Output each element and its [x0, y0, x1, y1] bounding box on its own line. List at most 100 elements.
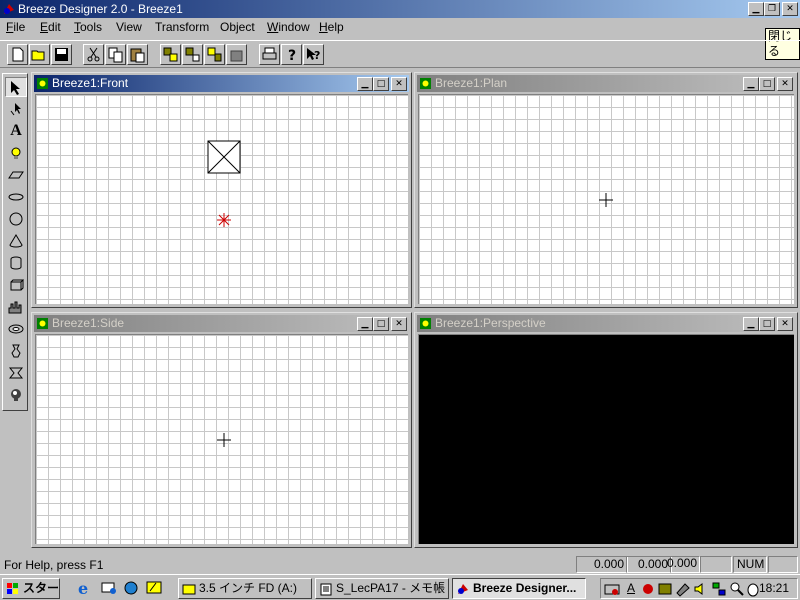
viewport-perspective: Breeze1:Perspective ▁ □ ✕: [414, 312, 798, 548]
height-field-tool[interactable]: [5, 297, 27, 317]
print-icon: [262, 47, 277, 60]
menu-window[interactable]: Window: [267, 18, 310, 37]
plan-canvas[interactable]: [418, 94, 794, 304]
menu-file[interactable]: File: [6, 18, 25, 37]
start-button[interactable]: スタート: [2, 578, 60, 599]
viewport-side: Breeze1:Side ▁ □ ✕: [31, 312, 412, 548]
viewport-front-titlebar[interactable]: Breeze1:Front ▁ □ ✕: [34, 75, 409, 92]
maximize-button[interactable]: □: [373, 317, 389, 331]
disc-tool[interactable]: [5, 187, 27, 207]
viewport-side-titlebar[interactable]: Breeze1:Side ▁ □ ✕: [34, 315, 409, 332]
ungroup-button[interactable]: [182, 44, 203, 65]
internet-explorer-icon[interactable]: e: [76, 579, 94, 597]
height-field-icon: [8, 301, 22, 314]
help-button[interactable]: ?: [281, 44, 302, 65]
close-button[interactable]: ✕: [391, 317, 407, 331]
move-tool[interactable]: [5, 99, 27, 119]
box-tool[interactable]: [5, 275, 27, 295]
app-title-bar[interactable]: Breeze Designer 2.0 - Breeze1 ▁ ❐ ✕: [0, 0, 800, 18]
status-scroll-indicator: [768, 556, 798, 573]
box-icon: [10, 279, 25, 291]
keyboard-icon[interactable]: [604, 581, 620, 597]
menu-view[interactable]: View: [116, 18, 142, 37]
menu-transform[interactable]: Transform: [155, 18, 209, 37]
channel-icon[interactable]: [122, 579, 140, 597]
viewport-plan-title: Breeze1:Plan: [435, 76, 508, 90]
network-icon[interactable]: [711, 581, 727, 597]
viewport-icon: [420, 318, 431, 329]
light-icon: [11, 147, 21, 159]
object-tool-panel: A: [2, 73, 28, 411]
link-button[interactable]: [204, 44, 225, 65]
task-notepad[interactable]: S_LecPA17 - メモ帳: [315, 578, 449, 599]
status-z-coordinate: 0.000: [666, 556, 697, 570]
minimize-button[interactable]: ▁: [743, 77, 759, 91]
close-button[interactable]: ✕: [777, 77, 793, 91]
cylinder-icon: [10, 256, 22, 270]
viewport-perspective-titlebar[interactable]: Breeze1:Perspective ▁ □ ✕: [417, 315, 795, 332]
group-button[interactable]: [160, 44, 181, 65]
menu-edit[interactable]: Edit: [40, 18, 61, 37]
ime-tool-icon[interactable]: [675, 581, 691, 597]
outlook-express-icon[interactable]: [100, 579, 118, 597]
cone-tool[interactable]: [5, 231, 27, 251]
sphere-tool[interactable]: [5, 209, 27, 229]
side-canvas[interactable]: [35, 334, 408, 544]
minimize-button[interactable]: ▁: [743, 317, 759, 331]
menu-help[interactable]: Help: [319, 18, 344, 37]
extrude-tool[interactable]: [5, 363, 27, 383]
minimize-button[interactable]: ▁: [357, 77, 373, 91]
light-source-object[interactable]: [217, 213, 231, 227]
minimize-button[interactable]: ▁: [748, 2, 764, 16]
cylinder-tool[interactable]: [5, 253, 27, 273]
delete-button[interactable]: [226, 44, 247, 65]
ime-mode-indicator[interactable]: A: [627, 581, 635, 595]
minimize-button[interactable]: ▁: [357, 317, 373, 331]
move-icon: [10, 103, 21, 116]
text-tool[interactable]: A: [5, 121, 27, 141]
new-button[interactable]: [7, 44, 28, 65]
clock[interactable]: 18:21: [759, 581, 789, 595]
cone-icon: [9, 234, 23, 248]
show-desktop-icon[interactable]: [145, 579, 163, 597]
camera-object[interactable]: [207, 140, 241, 174]
task-breeze[interactable]: Breeze Designer...: [452, 578, 586, 599]
maximize-button[interactable]: □: [759, 317, 775, 331]
menu-object[interactable]: Object: [220, 18, 255, 37]
close-button[interactable]: ✕: [782, 2, 798, 16]
close-button[interactable]: ✕: [777, 317, 793, 331]
menu-tools[interactable]: Tools: [74, 18, 102, 37]
blob-tool[interactable]: [5, 385, 27, 405]
open-button[interactable]: [29, 44, 50, 65]
volume-icon[interactable]: [693, 581, 709, 597]
ime-dictionary-icon[interactable]: [657, 581, 673, 597]
context-help-button[interactable]: ?: [303, 44, 324, 65]
folder-icon: [182, 584, 196, 595]
plane-tool[interactable]: [5, 165, 27, 185]
search-icon[interactable]: [729, 581, 745, 597]
restore-button[interactable]: ❐: [764, 2, 780, 16]
close-button[interactable]: ✕: [391, 77, 407, 91]
save-button[interactable]: [51, 44, 72, 65]
torus-tool[interactable]: [5, 319, 27, 339]
svg-text:?: ?: [288, 48, 296, 64]
status-caps-indicator: [700, 556, 732, 573]
viewport-front: Breeze1:Front ▁ □ ✕: [31, 72, 412, 308]
cut-button[interactable]: [83, 44, 104, 65]
ime-status-icon[interactable]: [641, 582, 655, 596]
torus-icon: [8, 324, 24, 334]
viewport-plan-titlebar[interactable]: Breeze1:Plan ▁ □ ✕: [417, 75, 795, 92]
maximize-button[interactable]: □: [373, 77, 389, 91]
pointer-tool[interactable]: [5, 77, 27, 97]
maximize-button[interactable]: □: [759, 77, 775, 91]
windows-taskbar: スタート e 3.5 インチ FD (A:) S_LecPA17 - メモ帳 B…: [0, 574, 800, 600]
print-button[interactable]: [259, 44, 280, 65]
copy-button[interactable]: [105, 44, 126, 65]
lathe-tool[interactable]: [5, 341, 27, 361]
paste-button[interactable]: [127, 44, 148, 65]
perspective-canvas[interactable]: [418, 334, 794, 544]
light-tool[interactable]: [5, 143, 27, 163]
open-icon: [31, 50, 45, 61]
task-floppy[interactable]: 3.5 インチ FD (A:): [178, 578, 312, 599]
front-canvas[interactable]: [35, 94, 408, 304]
